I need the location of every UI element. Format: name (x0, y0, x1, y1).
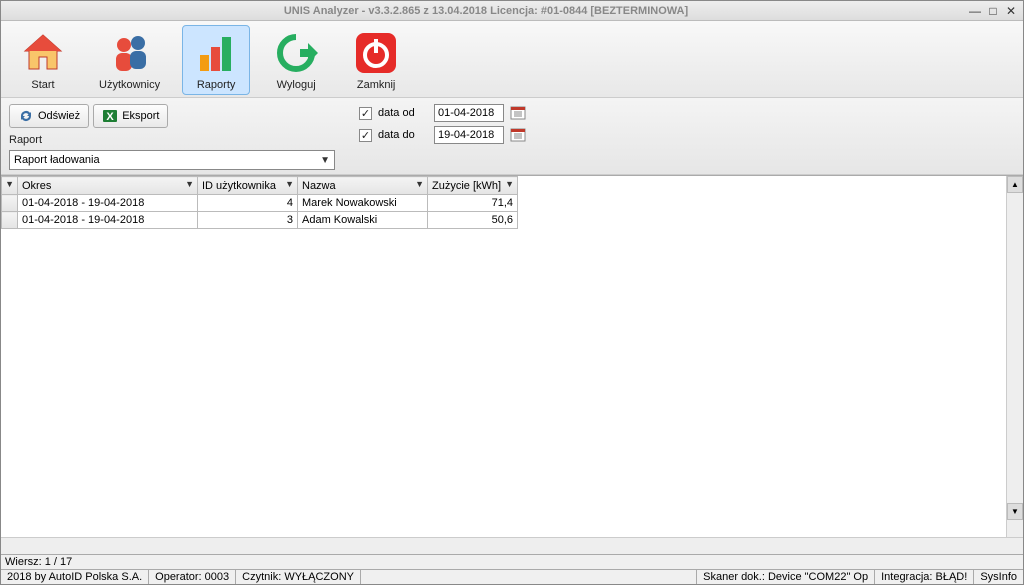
logout-button[interactable]: Wyloguj (262, 25, 330, 95)
cell-okres: 01-04-2018 - 19-04-2018 (18, 195, 198, 212)
close-window-button[interactable]: ✕ (1003, 4, 1019, 18)
sysinfo-cell[interactable]: SysInfo (974, 570, 1023, 584)
close-label: Zamknij (357, 79, 396, 91)
users-icon (106, 29, 154, 77)
operator-cell: Operator: 0003 (149, 570, 236, 584)
cell-nazwa: Adam Kowalski (298, 212, 428, 229)
cell-zuzycie: 71,4 (428, 195, 518, 212)
refresh-button[interactable]: Odśwież (9, 104, 89, 128)
refresh-label: Odśwież (38, 110, 80, 122)
svg-text:X: X (107, 111, 115, 123)
export-button[interactable]: X Eksport (93, 104, 168, 128)
cell-id: 3 (198, 212, 298, 229)
start-label: Start (31, 79, 54, 91)
grid-wrap: ▼ Okres▼ ID użytkownika▼ Nazwa▼ Zużycie … (1, 175, 1023, 537)
excel-icon: X (102, 108, 118, 124)
dropdown-arrow-icon: ▼ (320, 155, 330, 166)
scanner-cell: Skaner dok.: Device "COM22" Op (697, 570, 875, 584)
calendar-from-icon[interactable] (510, 105, 526, 121)
vertical-scrollbar[interactable]: ▲ ▼ (1006, 176, 1023, 537)
refresh-icon (18, 108, 34, 124)
filter-icon[interactable]: ▼ (415, 179, 424, 189)
col-okres[interactable]: Okres▼ (18, 177, 198, 195)
cell-okres: 01-04-2018 - 19-04-2018 (18, 212, 198, 229)
calendar-to-icon[interactable] (510, 127, 526, 143)
table-row[interactable]: 01-04-2018 - 19-04-20183Adam Kowalski50,… (2, 212, 518, 229)
row-status: Wiersz: 1 / 17 (1, 554, 1023, 569)
date-to-input[interactable] (434, 126, 504, 144)
reports-button[interactable]: Raporty (182, 25, 250, 95)
horizontal-scrollbar[interactable] (1, 537, 1023, 554)
row-header-corner[interactable]: ▼ (2, 177, 18, 195)
report-value: Raport ładowania (14, 154, 100, 166)
row-header[interactable] (2, 195, 18, 212)
logout-label: Wyloguj (277, 79, 316, 91)
titlebar: UNIS Analyzer - v3.3.2.865 z 13.04.2018 … (1, 1, 1023, 21)
col-zuzycie[interactable]: Zużycie [kWh]▼ (428, 177, 518, 195)
reader-cell: Czytnik: WYŁĄCZONY (236, 570, 361, 584)
report-label: Raport (9, 134, 335, 146)
cell-id: 4 (198, 195, 298, 212)
scroll-down-button[interactable]: ▼ (1007, 503, 1023, 520)
date-to-label: data do (378, 129, 428, 141)
export-label: Eksport (122, 110, 159, 122)
close-button[interactable]: Zamknij (342, 25, 410, 95)
window-title: UNIS Analyzer - v3.3.2.865 z 13.04.2018 … (5, 5, 967, 17)
users-button[interactable]: Użytkownicy (89, 25, 170, 95)
col-nazwa[interactable]: Nazwa▼ (298, 177, 428, 195)
reports-label: Raporty (197, 79, 236, 91)
filter-icon[interactable]: ▼ (505, 179, 514, 189)
cell-nazwa: Marek Nowakowski (298, 195, 428, 212)
home-icon (19, 29, 67, 77)
table-row[interactable]: 01-04-2018 - 19-04-20184Marek Nowakowski… (2, 195, 518, 212)
date-from-input[interactable] (434, 104, 504, 122)
date-to-checkbox[interactable]: ✓ (359, 129, 372, 142)
filter-icon[interactable]: ▼ (185, 179, 194, 189)
scroll-up-button[interactable]: ▲ (1007, 176, 1023, 193)
data-grid[interactable]: ▼ Okres▼ ID użytkownika▼ Nazwa▼ Zużycie … (1, 176, 1006, 537)
main-toolbar: Start Użytkownicy Raporty Wyloguj Zamkni… (1, 21, 1023, 98)
filter-icon[interactable]: ▼ (285, 179, 294, 189)
date-from-checkbox[interactable]: ✓ (359, 107, 372, 120)
chart-icon (192, 29, 240, 77)
col-id[interactable]: ID użytkownika▼ (198, 177, 298, 195)
report-dropdown[interactable]: Raport ładowania ▼ (9, 150, 335, 170)
minimize-button[interactable]: — (967, 4, 983, 18)
logout-icon (272, 29, 320, 77)
row-header[interactable] (2, 212, 18, 229)
power-icon (352, 29, 400, 77)
integration-cell: Integracja: BŁĄD! (875, 570, 974, 584)
maximize-button[interactable]: □ (985, 4, 1001, 18)
filter-bar: Odśwież X Eksport Raport Raport ładowani… (1, 98, 1023, 175)
status-spacer (361, 570, 697, 584)
cell-zuzycie: 50,6 (428, 212, 518, 229)
copyright-cell: 2018 by AutoID Polska S.A. (1, 570, 149, 584)
status-bar: 2018 by AutoID Polska S.A. Operator: 000… (1, 569, 1023, 584)
users-label: Użytkownicy (99, 79, 160, 91)
date-from-label: data od (378, 107, 428, 119)
start-button[interactable]: Start (9, 25, 77, 95)
